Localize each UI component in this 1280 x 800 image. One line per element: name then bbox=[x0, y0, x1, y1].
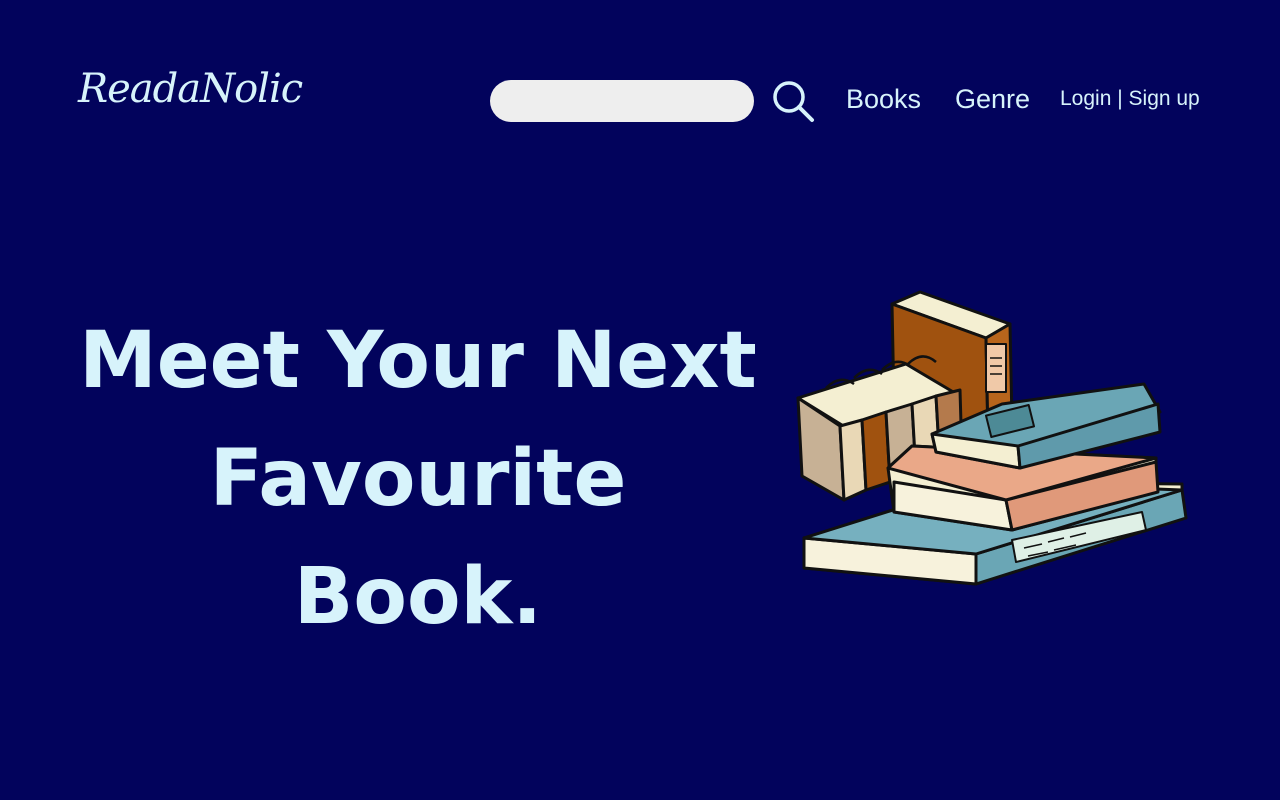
nav-books-link[interactable]: Books bbox=[846, 84, 921, 115]
landing-page: ReadaNolic Books Genre Login | Sign up M… bbox=[0, 0, 1280, 800]
search-button[interactable] bbox=[770, 78, 816, 124]
search-input[interactable] bbox=[490, 80, 754, 122]
search-icon bbox=[773, 81, 814, 122]
site-logo[interactable]: ReadaNolic bbox=[78, 66, 303, 112]
hero-title: Meet Your Next Favourite Book. bbox=[78, 302, 758, 656]
nav-genre-link[interactable]: Genre bbox=[955, 84, 1030, 115]
auth-links: Login | Sign up bbox=[1060, 87, 1200, 111]
auth-separator: | bbox=[1111, 87, 1129, 110]
signup-link[interactable]: Sign up bbox=[1129, 87, 1200, 110]
hero-title-line-2: Favourite Book. bbox=[209, 434, 627, 642]
login-link[interactable]: Login bbox=[1060, 87, 1111, 110]
book-stack-illustration bbox=[796, 290, 1188, 586]
hero-title-line-1: Meet Your Next bbox=[79, 316, 757, 406]
